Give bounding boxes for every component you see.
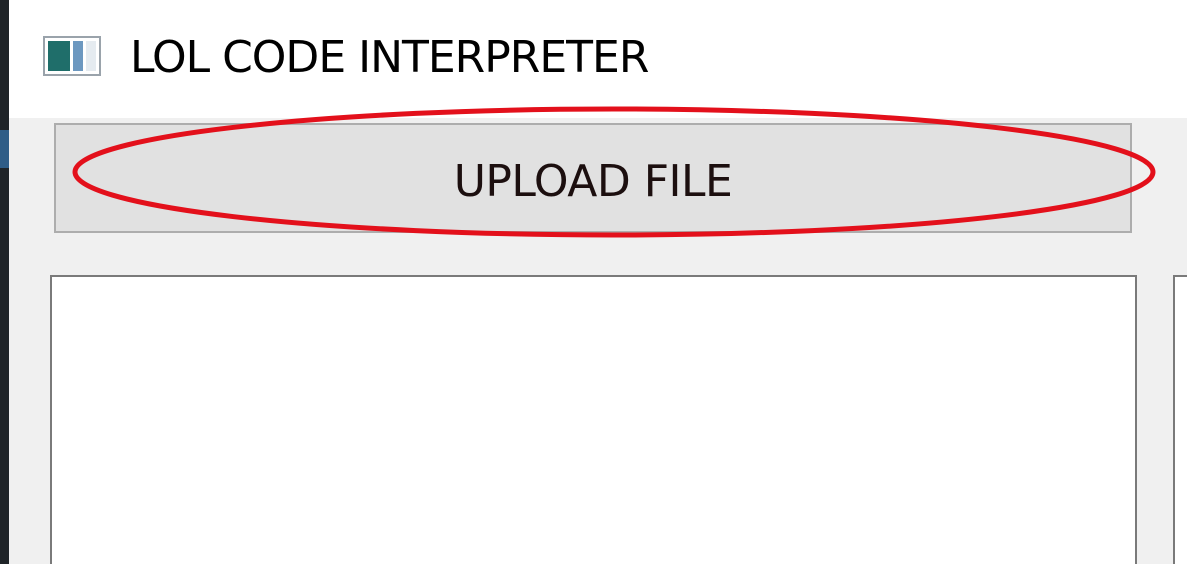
- background-window-edge: [0, 0, 9, 564]
- title-bar: LOL CODE INTERPRETER: [9, 0, 1187, 118]
- right-output-panel[interactable]: [1173, 275, 1187, 564]
- background-window-accent: [0, 130, 9, 168]
- upload-file-label: UPLOAD FILE: [453, 155, 733, 207]
- app-screen: LOL CODE INTERPRETER UPLOAD FILE: [0, 0, 1187, 564]
- code-text-area[interactable]: [50, 275, 1137, 564]
- upload-file-button[interactable]: UPLOAD FILE: [54, 123, 1132, 233]
- window-title: LOL CODE INTERPRETER: [130, 32, 649, 83]
- main-content: UPLOAD FILE: [9, 106, 1187, 564]
- app-window-icon: [43, 36, 101, 76]
